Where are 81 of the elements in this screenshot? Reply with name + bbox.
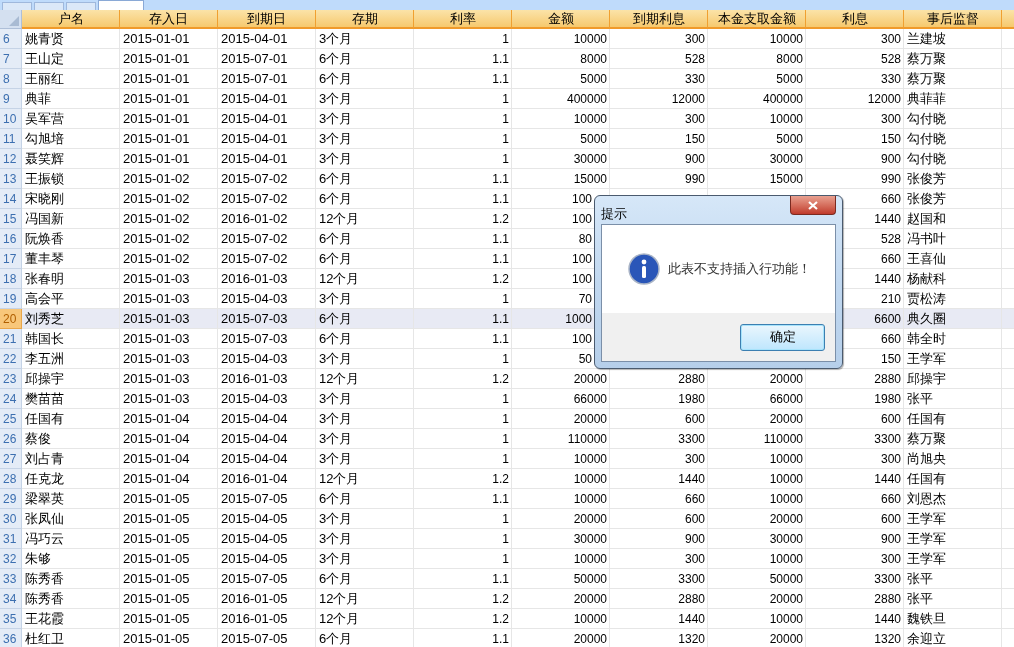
column-header[interactable]: 利息	[806, 10, 904, 29]
table-row[interactable]: 7 王山定 2015-01-01 2015-07-01 6个月 1.1 8000 528 8000 528 蔡万聚	[0, 49, 1014, 69]
table-cell: 2015-01-05	[120, 629, 218, 647]
table-row[interactable]: 8 王丽红 2015-01-01 2015-07-01 6个月 1.1 5000 330 5000 330 蔡万聚	[0, 69, 1014, 89]
table-row[interactable]: 11 勾旭培 2015-01-01 2015-04-01 3个月 1 5000 150 5000 150 勾付晓	[0, 129, 1014, 149]
column-header[interactable]: 存入日	[120, 10, 218, 29]
column-header[interactable]: 本金支取金额	[708, 10, 806, 29]
table-row[interactable]: 31 冯巧云 2015-01-05 2015-04-05 3个月 1 30000 900 30000 900 王学军	[0, 529, 1014, 549]
triangle-icon	[9, 16, 19, 26]
row-number[interactable]: 35	[0, 609, 22, 629]
row-number[interactable]: 32	[0, 549, 22, 569]
row-number[interactable]: 25	[0, 409, 22, 429]
table-cell: 杜红卫	[22, 629, 120, 647]
table-cell: 1.1	[414, 629, 512, 647]
column-header[interactable]: 到期利息	[610, 10, 708, 29]
sheet-tab[interactable]	[2, 2, 32, 10]
table-row[interactable]: 10 吴军营 2015-01-01 2015-04-01 3个月 1 10000 300 10000 300 勾付晓	[0, 109, 1014, 129]
table-cell: 2015-07-05	[218, 629, 316, 647]
row-number[interactable]: 11	[0, 129, 22, 149]
row-number[interactable]: 22	[0, 349, 22, 369]
table-row[interactable]: 25 任国有 2015-01-04 2015-04-04 3个月 1 20000 600 20000 600 任国有	[0, 409, 1014, 429]
table-cell: 6个月	[316, 629, 414, 647]
row-number[interactable]: 33	[0, 569, 22, 589]
table-row[interactable]: 23 邱操宇 2015-01-03 2016-01-03 12个月 1.2 20000 2880 20000 2880 邱操宇	[0, 369, 1014, 389]
table-row[interactable]: 27 刘占青 2015-01-04 2015-04-04 3个月 1 10000 300 10000 300 尚旭央	[0, 449, 1014, 469]
row-number[interactable]: 29	[0, 489, 22, 509]
row-number[interactable]: 27	[0, 449, 22, 469]
table-row[interactable]: 29 梁翠英 2015-01-05 2015-07-05 6个月 1.1 10000 660 10000 660 刘恩杰	[0, 489, 1014, 509]
table-row[interactable]: 28 任克龙 2015-01-04 2016-01-04 12个月 1.2 10000 1440 10000 1440 任国有	[0, 469, 1014, 489]
row-number[interactable]: 30	[0, 509, 22, 529]
close-button[interactable]	[790, 196, 836, 215]
row-number[interactable]: 9	[0, 89, 22, 109]
row-number[interactable]: 19	[0, 289, 22, 309]
column-header[interactable]: 金额	[512, 10, 610, 29]
table-row[interactable]: 35 王花霞 2015-01-05 2016-01-05 12个月 1.2 10000 1440 10000 1440 魏铁旦	[0, 609, 1014, 629]
table-cell: 20000	[512, 629, 610, 647]
select-all-corner[interactable]	[0, 10, 22, 29]
info-icon	[628, 253, 660, 285]
row-number[interactable]: 18	[0, 269, 22, 289]
table-cell: 20000	[708, 629, 806, 647]
row-number[interactable]: 15	[0, 209, 22, 229]
row-number[interactable]: 24	[0, 389, 22, 409]
table-row[interactable]: 13 王振锁 2015-01-02 2015-07-02 6个月 1.1 15000 990 15000 990 张俊芳	[0, 169, 1014, 189]
table-row[interactable]: 24 樊苗苗 2015-01-03 2015-04-03 3个月 1 66000 1980 66000 1980 张平	[0, 389, 1014, 409]
sheet-tab[interactable]	[34, 2, 64, 10]
row-number[interactable]: 21	[0, 329, 22, 349]
table-row[interactable]: 34 陈秀香 2015-01-05 2016-01-05 12个月 1.2 20000 2880 20000 2880 张平	[0, 589, 1014, 609]
row-number[interactable]: 10	[0, 109, 22, 129]
column-header[interactable]: 存期	[316, 10, 414, 29]
table-row[interactable]: 32 朱够 2015-01-05 2015-04-05 3个月 1 10000 300 10000 300 王学军	[0, 549, 1014, 569]
row-number[interactable]: 31	[0, 529, 22, 549]
row-number[interactable]: 13	[0, 169, 22, 189]
close-icon	[808, 200, 818, 210]
row-number[interactable]: 16	[0, 229, 22, 249]
row-number[interactable]: 36	[0, 629, 22, 647]
sheet-tab[interactable]	[66, 2, 96, 10]
table-row[interactable]: 33 陈秀香 2015-01-05 2015-07-05 6个月 1.1 50000 3300 50000 3300 张平	[0, 569, 1014, 589]
table-cell: 1320	[806, 629, 904, 647]
table-row[interactable]: 30 张凤仙 2015-01-05 2015-04-05 3个月 1 20000 600 20000 600 王学军	[0, 509, 1014, 529]
column-header[interactable]: 到期日	[218, 10, 316, 29]
column-header[interactable]: 事后监督	[904, 10, 1002, 29]
row-number[interactable]: 6	[0, 29, 22, 49]
column-header[interactable]: 利率	[414, 10, 512, 29]
row-number[interactable]: 26	[0, 429, 22, 449]
table-row[interactable]: 12 聂笑辉 2015-01-01 2015-04-01 3个月 1 30000 900 30000 900 勾付晓	[0, 149, 1014, 169]
row-number[interactable]: 28	[0, 469, 22, 489]
table-cell: 1320	[610, 629, 708, 647]
column-header[interactable]: 户名	[22, 10, 120, 29]
table-row[interactable]: 9 典菲 2015-01-01 2015-04-01 3个月 1 400000 12000 400000 12000 典菲菲	[0, 89, 1014, 109]
row-number[interactable]: 8	[0, 69, 22, 89]
row-number[interactable]: 34	[0, 589, 22, 609]
sheet-tab[interactable]	[98, 0, 144, 10]
table-row[interactable]: 6 姚青贤 2015-01-01 2015-04-01 3个月 1 10000 300 10000 300 兰建坡	[0, 29, 1014, 49]
row-number[interactable]: 12	[0, 149, 22, 169]
row-number[interactable]: 17	[0, 249, 22, 269]
table-row[interactable]: 26 蔡俊 2015-01-04 2015-04-04 3个月 1 110000 3300 110000 3300 蔡万聚	[0, 429, 1014, 449]
ok-button[interactable]: 确定	[740, 323, 825, 351]
row-number[interactable]: 23	[0, 369, 22, 389]
row-number[interactable]: 7	[0, 49, 22, 69]
row-number[interactable]: 14	[0, 189, 22, 209]
table-cell: 余迎立	[904, 629, 1002, 647]
